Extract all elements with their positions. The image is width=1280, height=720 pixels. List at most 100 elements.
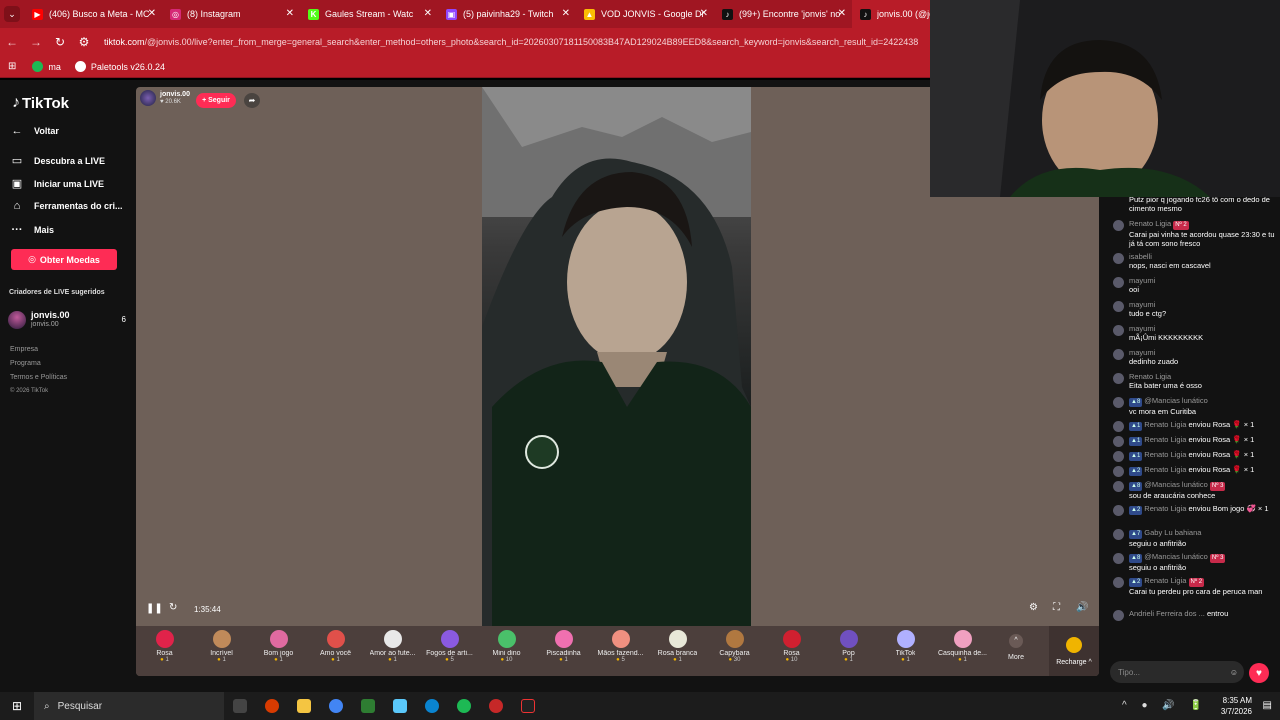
site-info-icon[interactable]: ⚙ xyxy=(72,35,96,49)
nav-voltar[interactable]: ← Voltar xyxy=(10,125,59,137)
file-explorer-icon[interactable] xyxy=(297,699,311,713)
notification-icon[interactable]: ▤ xyxy=(1263,700,1272,711)
tiktok-logo[interactable]: ♪ TikTok xyxy=(12,94,69,112)
gift-item[interactable]: Amor ao fute... ● 1 xyxy=(364,626,421,676)
chrome-icon[interactable] xyxy=(489,699,503,713)
live-video[interactable] xyxy=(482,87,751,626)
chat-message[interactable]: ▲2 Renato Ligia Nº 2 Carai tu perdeu pro c… xyxy=(1113,576,1278,596)
gift-item[interactable]: Capybara ● 30 xyxy=(706,626,763,676)
forward-icon[interactable]: → xyxy=(24,35,48,49)
gift-item[interactable]: Rosa ● 10 xyxy=(763,626,820,676)
fullscreen-icon[interactable]: ⛶ xyxy=(1053,602,1060,613)
task-view-icon[interactable] xyxy=(233,699,247,713)
share-icon[interactable]: ➦ xyxy=(244,93,260,108)
gift-icon xyxy=(896,630,915,648)
chat-message[interactable]: mayumi tudo e ctg? xyxy=(1113,300,1278,318)
chat-message[interactable]: isabelli nops, nasci em cascavel xyxy=(1113,252,1278,270)
gift-item[interactable]: Rosa ● 1 xyxy=(136,626,193,676)
clock[interactable]: 8:35 AM 3/7/2026 xyxy=(1221,695,1252,717)
taskbar-search[interactable]: ⌕ Pesquisar xyxy=(34,692,224,720)
chat-message[interactable]: ▲1 Renato Ligia enviou Rosa 🌹 × 1 xyxy=(1113,435,1278,447)
tab-search-button[interactable]: ⌄ xyxy=(0,0,24,28)
close-icon[interactable]: ✕ xyxy=(838,8,846,19)
close-icon[interactable]: ✕ xyxy=(148,8,156,19)
close-icon[interactable]: ✕ xyxy=(700,8,708,19)
edge-icon[interactable] xyxy=(425,699,439,713)
system-tray[interactable]: ^ ● 🔊 🔋 xyxy=(1122,700,1208,711)
browser-tab[interactable]: ♪ (99+) Encontre 'jonvis' no ✕ xyxy=(714,0,852,28)
gift-item[interactable]: Mãos fazend... ● 5 xyxy=(592,626,649,676)
chat-message[interactable]: mayumi dedinho zuado xyxy=(1113,348,1278,366)
close-icon[interactable]: ✕ xyxy=(286,8,294,19)
browser-tab[interactable]: ◎ (8) Instagram ✕ xyxy=(162,0,300,28)
chat-message[interactable]: ▲1 Renato Ligia enviou Rosa 🌹 × 1 xyxy=(1113,420,1278,432)
bookmark-ma[interactable]: ma xyxy=(32,61,61,72)
windows-start-icon[interactable]: ⊞ xyxy=(0,692,34,720)
gift-icon xyxy=(326,630,345,648)
gift-item[interactable]: Pop ● 1 xyxy=(820,626,877,676)
gift-item[interactable]: Incrível ● 1 xyxy=(193,626,250,676)
get-coins-button[interactable]: ◎ Obter Moedas xyxy=(11,249,117,270)
app-icon[interactable] xyxy=(393,699,407,713)
like-heart-icon[interactable]: ♥ xyxy=(1249,663,1269,683)
browser-tab[interactable]: ▣ (5) paivinha29 - Twitch ✕ xyxy=(438,0,576,28)
chat-message[interactable]: mayumi ooi xyxy=(1113,276,1278,294)
chat-message[interactable]: ▲8 @Mancias lunático Nº 3 seguiu o anfitri… xyxy=(1113,552,1278,572)
app-icon[interactable] xyxy=(521,699,535,713)
gift-item[interactable]: Amo você ● 1 xyxy=(307,626,364,676)
bookmark-paletools[interactable]: Paletools v26.0.24 xyxy=(74,61,165,72)
nav-start-live[interactable]: ▣ Iniciar uma LIVE xyxy=(10,177,104,190)
back-icon[interactable]: ← xyxy=(0,35,24,49)
chat-message[interactable]: ▲2 Renato Ligia enviou Rosa 🌹 × 1 xyxy=(1113,465,1278,477)
gift-item[interactable]: TikTok ● 1 xyxy=(877,626,934,676)
gift-item[interactable]: Mini dino ● 10 xyxy=(478,626,535,676)
gift-item[interactable]: Piscadinha ● 1 xyxy=(535,626,592,676)
pause-icon[interactable]: ❚❚ xyxy=(146,603,163,614)
chat-message[interactable]: ▲2 Renato Ligia enviou Bom jogo 💞 × 1 xyxy=(1113,504,1278,516)
nav-more[interactable]: ··· Mais xyxy=(10,224,55,236)
nav-creator-tools[interactable]: ⌂ Ferramentas do cri... xyxy=(10,200,123,212)
chat-avatar xyxy=(1113,529,1124,540)
app-icon[interactable] xyxy=(361,699,375,713)
apps-grid-icon[interactable]: ⊞ xyxy=(8,61,16,72)
chat-input[interactable]: Tipo... ☺ xyxy=(1110,661,1244,683)
gift-name: Capybara xyxy=(719,650,750,657)
close-icon[interactable]: ✕ xyxy=(424,8,432,19)
footer-link-empresa[interactable]: Empresa xyxy=(10,346,38,353)
gift-item[interactable]: Fogos de arti... ● 5 xyxy=(421,626,478,676)
url-field[interactable]: tiktok.com/@jonvis.00/live?enter_from_me… xyxy=(104,37,944,47)
chrome-icon[interactable] xyxy=(329,699,343,713)
chat-message[interactable]: ▲8 @Mancias lunático vc mora em Curitiba xyxy=(1113,396,1278,416)
refresh-icon[interactable]: ↻ xyxy=(169,602,177,613)
settings-icon[interactable]: ⚙ xyxy=(1029,602,1038,613)
chat-message[interactable]: Renato Ligia Eita bater uma é osso xyxy=(1113,372,1278,390)
suggested-creator[interactable]: jonvis.00 jonvis.00 6 xyxy=(8,309,128,331)
gift-item[interactable]: Bom jogo ● 1 xyxy=(250,626,307,676)
emoji-icon[interactable]: ☺ xyxy=(1230,668,1238,677)
nav-discover-live[interactable]: ▭ Descubra a LIVE xyxy=(10,154,105,167)
gift-more-button[interactable]: ^ More xyxy=(991,626,1041,676)
footer-link-programa[interactable]: Programa xyxy=(10,360,41,367)
chat-message[interactable]: Renato Ligia Nº 2 Carai pai vinha te acor… xyxy=(1113,219,1278,248)
gift-item[interactable]: Casquinha de... ● 1 xyxy=(934,626,991,676)
browser-tab[interactable]: ▲ VOD JONVIS - Google Dr ✕ xyxy=(576,0,714,28)
browser-tab[interactable]: ▶ (406) Busco a Meta - MC ✕ xyxy=(24,0,162,28)
chat-message[interactable]: ▲7 Gaby Lu bahiana seguiu o anfitrião xyxy=(1113,528,1278,548)
chat-message[interactable]: mayumi mÃ¡Ûmi KKKKKKKKK xyxy=(1113,324,1278,342)
chat-message[interactable]: Andrieli Ferreira dos ... entrou xyxy=(1113,609,1278,621)
close-icon[interactable]: ✕ xyxy=(562,8,570,19)
chat-message[interactable]: ▲8 @Mancias lunático Nº 3 sou de araucária… xyxy=(1113,480,1278,500)
chat-message[interactable]: Putz pior q jogando fc26 tô com o dedo d… xyxy=(1113,195,1278,213)
gift-price-value: 5 xyxy=(621,657,625,663)
spotify-icon[interactable] xyxy=(457,699,471,713)
streamer-info[interactable]: jonvis.00 ♥ 20.6K xyxy=(140,90,190,106)
browser-tab[interactable]: K Gaules Stream - Watc ✕ xyxy=(300,0,438,28)
reload-icon[interactable]: ↻ xyxy=(48,35,72,49)
recharge-button[interactable]: Recharge ^ xyxy=(1049,626,1099,676)
footer-link-terms[interactable]: Termos e Políticas xyxy=(10,374,67,381)
chat-message[interactable]: ▲1 Renato Ligia enviou Rosa 🌹 × 1 xyxy=(1113,450,1278,462)
gift-item[interactable]: Rosa branca ● 1 xyxy=(649,626,706,676)
volume-icon[interactable]: 🔊 xyxy=(1076,602,1088,613)
app-icon[interactable] xyxy=(265,699,279,713)
follow-button[interactable]: + Seguir xyxy=(196,93,236,108)
